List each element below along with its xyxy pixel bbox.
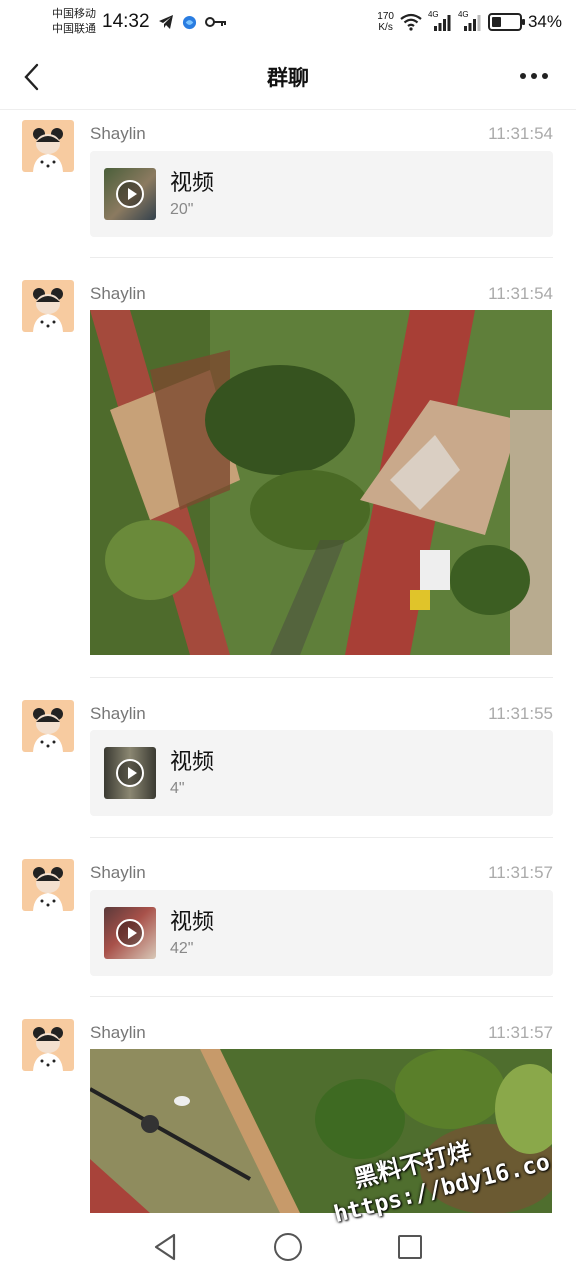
- sender-name: Shaylin: [90, 284, 146, 303]
- avatar[interactable]: [22, 859, 74, 911]
- video-thumbnail: [104, 907, 156, 959]
- message-divider: [90, 677, 553, 678]
- girl-avatar-icon: [33, 1027, 63, 1071]
- girl-avatar-icon: [33, 867, 63, 911]
- video-duration: 4": [170, 780, 185, 797]
- play-icon: [116, 919, 144, 947]
- system-recents-button[interactable]: [398, 1235, 422, 1259]
- message-time: 11:31:54: [488, 284, 553, 303]
- telegram-icon: [158, 15, 173, 29]
- sender-name: Shaylin: [90, 1023, 146, 1042]
- battery-icon: [487, 13, 525, 31]
- girl-avatar-icon: [33, 708, 63, 752]
- play-icon: [116, 759, 144, 787]
- more-dots-icon: [520, 73, 548, 79]
- battery-percent: 34%: [527, 12, 562, 31]
- message-time: 11:31:54: [488, 124, 553, 143]
- video-thumbnail: [104, 168, 156, 220]
- message-time: 11:31:57: [488, 863, 553, 882]
- sender-name: Shaylin: [90, 863, 146, 882]
- page-title: 群聊: [267, 66, 309, 90]
- image-message[interactable]: [90, 310, 552, 655]
- signal-1-icon: 4G: [428, 10, 452, 32]
- aerial-park-photo: [90, 310, 552, 655]
- carrier-2: 中国联通: [52, 23, 96, 35]
- video-duration: 20": [170, 201, 194, 218]
- avatar[interactable]: [22, 280, 74, 332]
- back-button[interactable]: [14, 60, 48, 94]
- video-title: 视频: [170, 170, 215, 195]
- sender-name: Shaylin: [90, 704, 146, 723]
- video-message-card[interactable]: 视频 42": [90, 890, 553, 976]
- triangle-back-icon: [154, 1233, 176, 1261]
- girl-avatar-icon: [33, 288, 63, 332]
- message-divider: [90, 257, 553, 258]
- avatar[interactable]: [22, 700, 74, 752]
- play-icon: [116, 180, 144, 208]
- avatar[interactable]: [22, 1019, 74, 1071]
- carrier-1: 中国移动: [52, 8, 96, 20]
- video-message-card[interactable]: 视频 20": [90, 151, 553, 237]
- more-options-button[interactable]: [514, 64, 554, 88]
- system-home-button[interactable]: [274, 1233, 302, 1261]
- network-speed: 170 K/s: [377, 11, 394, 33]
- message-divider: [90, 837, 553, 838]
- sender-name: Shaylin: [90, 124, 146, 143]
- carrier-info: 中国移动 中国联通: [52, 7, 96, 37]
- system-back-button[interactable]: [153, 1233, 177, 1266]
- status-bar: 中国移动 中国联通 14:32 170 K/s 4G 4G 34%: [0, 0, 576, 44]
- message-divider: [90, 996, 553, 997]
- wifi-icon: [400, 13, 422, 31]
- video-title: 视频: [170, 749, 215, 774]
- status-time: 14:32: [102, 11, 150, 32]
- chevron-left-icon: [24, 63, 39, 91]
- system-navigation-bar: [0, 1213, 576, 1280]
- video-title: 视频: [170, 909, 215, 934]
- message-time: 11:31:57: [488, 1023, 553, 1042]
- girl-avatar-icon: [33, 128, 63, 172]
- chat-header: 群聊: [0, 44, 576, 110]
- key-icon: [204, 17, 226, 27]
- video-duration: 42": [170, 940, 194, 957]
- message-time: 11:31:55: [488, 704, 553, 723]
- browser-icon: [182, 15, 196, 29]
- video-thumbnail: [104, 747, 156, 799]
- signal-2-icon: 4G: [458, 10, 482, 32]
- avatar[interactable]: [22, 120, 74, 172]
- video-message-card[interactable]: 视频 4": [90, 730, 553, 816]
